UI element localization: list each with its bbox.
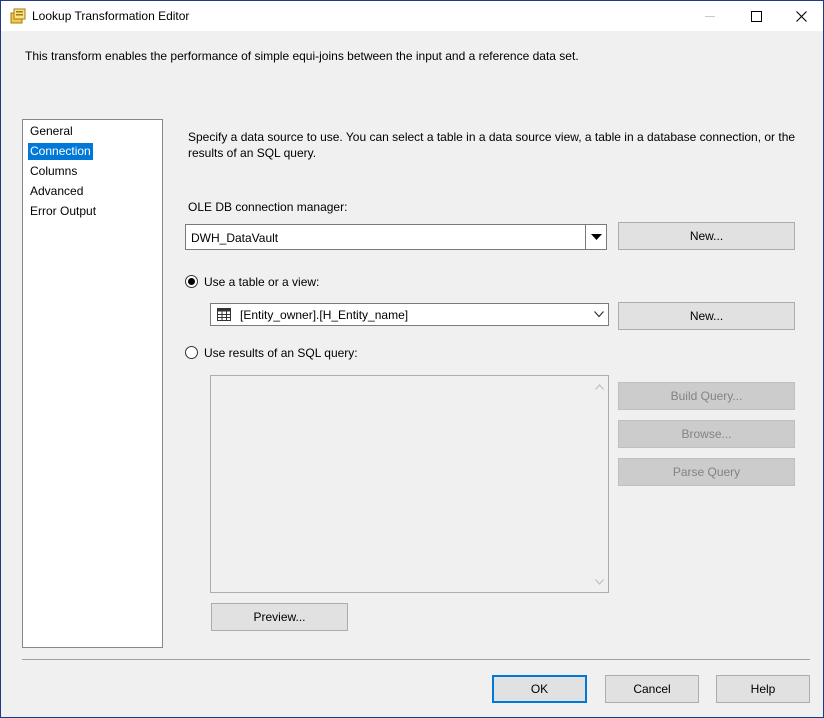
maximize-button[interactable] [733, 1, 779, 31]
use-sql-query-label: Use results of an SQL query: [204, 346, 358, 360]
dropdown-button[interactable] [585, 225, 606, 249]
table-view-dropdown[interactable]: [Entity_owner].[H_Entity_name] [210, 303, 609, 326]
window-title: Lookup Transformation Editor [32, 9, 190, 23]
nav-item-connection[interactable]: Connection [28, 143, 93, 160]
table-view-value: [Entity_owner].[H_Entity_name] [240, 308, 409, 322]
editor-description: This transform enables the performance o… [25, 49, 579, 63]
close-icon [795, 10, 807, 22]
use-table-radio[interactable] [185, 275, 198, 288]
sql-query-scrollbar[interactable] [591, 376, 608, 592]
page-nav-list[interactable]: General Connection Columns Advanced Erro… [22, 119, 163, 648]
chevron-up-icon [595, 383, 604, 390]
scroll-up-button[interactable] [591, 378, 608, 395]
use-table-label: Use a table or a view: [204, 275, 320, 289]
parse-query-button[interactable]: Parse Query [618, 458, 795, 486]
nav-item-columns[interactable]: Columns [28, 163, 79, 180]
use-sql-query-radio[interactable] [185, 346, 198, 359]
oledb-connection-value: DWH_DataVault [191, 231, 279, 245]
nav-item-error-output[interactable]: Error Output [28, 203, 98, 220]
scroll-down-button[interactable] [591, 573, 608, 590]
minimize-icon [705, 16, 715, 17]
ok-button[interactable]: OK [492, 675, 587, 703]
maximize-icon [750, 10, 762, 22]
table-new-button[interactable]: New... [618, 302, 795, 330]
title-bar[interactable]: Lookup Transformation Editor [1, 1, 823, 31]
cancel-button[interactable]: Cancel [605, 675, 699, 703]
chevron-down-icon [594, 311, 604, 318]
footer-separator [22, 659, 810, 660]
radio-selected-dot [188, 278, 195, 285]
minimize-button[interactable] [687, 1, 733, 31]
ssis-lookup-icon [10, 8, 26, 24]
close-button[interactable] [778, 1, 824, 31]
nav-item-general[interactable]: General [28, 123, 75, 140]
lookup-transformation-editor-window: Lookup Transformation Editor This transf… [0, 0, 824, 718]
preview-button[interactable]: Preview... [211, 603, 348, 631]
table-icon [217, 308, 231, 321]
sql-query-textarea[interactable] [210, 375, 609, 593]
chevron-down-icon [590, 233, 602, 240]
oledb-connection-dropdown[interactable]: DWH_DataVault [185, 224, 607, 250]
browse-button[interactable]: Browse... [618, 420, 795, 448]
chevron-down-icon [595, 578, 604, 585]
build-query-button[interactable]: Build Query... [618, 382, 795, 410]
nav-item-advanced[interactable]: Advanced [28, 183, 85, 200]
help-button[interactable]: Help [716, 675, 810, 703]
connection-instruction: Specify a data source to use. You can se… [188, 130, 796, 160]
oledb-new-button[interactable]: New... [618, 222, 795, 250]
oledb-connection-label: OLE DB connection manager: [188, 200, 348, 214]
